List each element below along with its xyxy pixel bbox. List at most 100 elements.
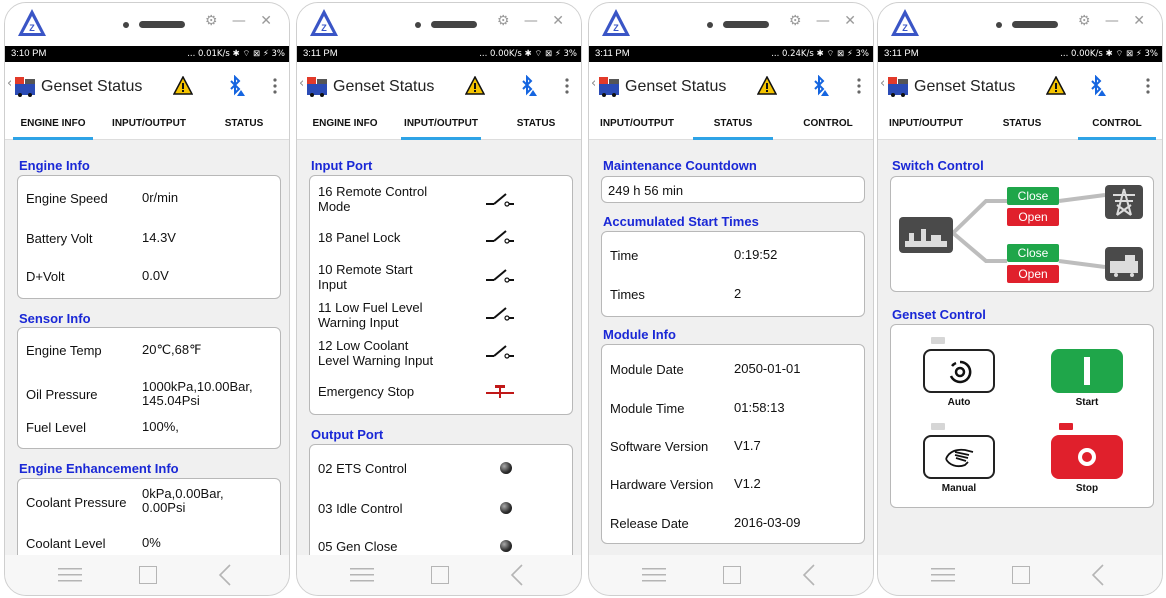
warning-icon[interactable] — [173, 76, 193, 96]
tab-input-output[interactable]: INPUT/OUTPUT — [589, 110, 685, 140]
nav-back-icon[interactable] — [1090, 563, 1106, 587]
engine-speed-label: Engine Speed — [26, 191, 108, 206]
network-indicators: ... 0.24K/s ✱ ⌔ ⊠ ⚡ 3% — [771, 49, 869, 59]
oil-pressure-label: Oil Pressure — [26, 387, 98, 402]
led-off-icon — [500, 540, 512, 552]
brand-logo-icon: Z — [310, 9, 338, 36]
genset-app-icon[interactable] — [598, 75, 620, 97]
engine-temp-label: Engine Temp — [26, 343, 102, 358]
start-button[interactable] — [1051, 349, 1123, 393]
genset-app-icon[interactable] — [14, 75, 36, 97]
network-indicators: ... 0.00K/s ✱ ⌔ ⊠ ⚡ 3% — [1060, 49, 1158, 59]
speaker-slot — [723, 21, 769, 28]
overflow-menu-icon[interactable] — [273, 78, 277, 94]
back-chevron-icon[interactable]: ‹ — [591, 76, 596, 91]
stop-label: Stop — [1075, 483, 1099, 494]
tab-control[interactable]: CONTROL — [781, 110, 873, 140]
svg-text:Z: Z — [29, 23, 35, 33]
manual-label: Manual — [941, 483, 977, 494]
tab-input-output[interactable]: INPUT/OUTPUT — [878, 110, 974, 140]
dplus-volt-label: D+Volt — [26, 269, 65, 284]
bluetooth-icon[interactable] — [811, 75, 831, 97]
overflow-menu-icon[interactable] — [857, 78, 861, 94]
stop-button[interactable] — [1051, 435, 1123, 479]
genset-control-card: Auto Start Manual Stop — [890, 324, 1154, 508]
output-port-title: Output Port — [311, 427, 384, 442]
bluetooth-icon[interactable] — [1088, 75, 1108, 97]
tab-status[interactable]: STATUS — [197, 110, 289, 140]
screenshot-collage: Z ⚙ — ✕ 3:10 PM ... 0.01K/s ✱ ⌔ ⊠ ⚡ 3% ‹… — [0, 0, 1166, 598]
bluetooth-icon[interactable] — [227, 75, 247, 97]
coolant-level-label: Coolant Level — [26, 536, 106, 551]
clock: 3:11 PM — [303, 48, 338, 59]
nav-home-icon[interactable] — [1012, 566, 1030, 584]
warning-icon[interactable] — [757, 76, 777, 96]
speaker-slot — [139, 21, 185, 28]
input-label-low-fuel: 11 Low Fuel Level Warning Input — [318, 300, 423, 330]
overflow-menu-icon[interactable] — [565, 78, 569, 94]
auto-label: Auto — [947, 397, 971, 408]
window-controls[interactable]: ⚙ — ✕ — [789, 13, 861, 29]
nav-menu-icon[interactable] — [931, 567, 955, 583]
tab-control[interactable]: CONTROL — [1070, 110, 1162, 140]
network-indicators: ... 0.00K/s ✱ ⌔ ⊠ ⚡ 3% — [479, 49, 577, 59]
emergency-switch-icon — [486, 385, 514, 398]
window-controls[interactable]: ⚙ — ✕ — [497, 13, 569, 29]
nav-back-icon[interactable] — [509, 563, 525, 587]
mains-close-button[interactable]: Close — [1007, 187, 1059, 205]
nav-menu-icon[interactable] — [642, 567, 666, 583]
maintenance-card: 249 h 56 min — [601, 176, 865, 203]
tab-status[interactable]: STATUS — [685, 110, 781, 140]
camera-dot — [415, 22, 421, 28]
back-chevron-icon[interactable]: ‹ — [299, 76, 304, 91]
back-chevron-icon[interactable]: ‹ — [880, 76, 885, 91]
start-count-label: Times — [610, 287, 645, 302]
nav-home-icon[interactable] — [139, 566, 157, 584]
window-controls[interactable]: ⚙ — ✕ — [205, 13, 277, 29]
window-controls[interactable]: ⚙ — ✕ — [1078, 13, 1150, 29]
warning-icon[interactable] — [465, 76, 485, 96]
tab-engine-info[interactable]: ENGINE INFO — [297, 110, 393, 140]
switch-open-icon — [486, 307, 514, 321]
genset-app-icon[interactable] — [306, 75, 328, 97]
manual-indicator — [931, 423, 945, 430]
nav-home-icon[interactable] — [723, 566, 741, 584]
nav-menu-icon[interactable] — [58, 567, 82, 583]
output-label-ets-control: 02 ETS Control — [318, 461, 407, 476]
engine-info-content: Engine Info Engine Speed 0r/min Battery … — [5, 141, 289, 559]
brand-logo-icon: Z — [891, 9, 919, 36]
oil-pressure-value: 1000kPa,10.00Bar, 145.04Psi — [142, 379, 253, 408]
genset-app-icon[interactable] — [887, 75, 909, 97]
maintenance-title: Maintenance Countdown — [603, 158, 757, 173]
start-times-title: Accumulated Start Times — [603, 214, 759, 229]
tab-input-output[interactable]: INPUT/OUTPUT — [393, 110, 489, 140]
app-title: Genset Status — [41, 78, 143, 95]
nav-menu-icon[interactable] — [350, 567, 374, 583]
camera-dot — [996, 22, 1002, 28]
mains-plant-icon — [899, 217, 953, 253]
tab-status[interactable]: STATUS — [974, 110, 1070, 140]
mains-open-button[interactable]: Open — [1007, 208, 1059, 226]
battery-volt-value: 14.3V — [142, 230, 176, 245]
tab-status[interactable]: STATUS — [489, 110, 581, 140]
genset-control-title: Genset Control — [892, 307, 986, 322]
nav-home-icon[interactable] — [431, 566, 449, 584]
warning-icon[interactable] — [1046, 76, 1066, 96]
overflow-menu-icon[interactable] — [1146, 78, 1150, 94]
nav-back-icon[interactable] — [217, 563, 233, 587]
module-time-label: Module Time — [610, 401, 685, 416]
switch-open-icon — [486, 230, 514, 244]
tab-engine-info[interactable]: ENGINE INFO — [5, 110, 101, 140]
tab-input-output[interactable]: INPUT/OUTPUT — [101, 110, 197, 140]
gen-close-button[interactable]: Close — [1007, 244, 1059, 262]
clock: 3:10 PM — [11, 48, 47, 59]
gen-open-button[interactable]: Open — [1007, 265, 1059, 283]
engine-enhancement-card: Coolant Pressure 0kPa,0.00Bar, 0.00Psi C… — [17, 478, 281, 559]
nav-back-icon[interactable] — [801, 563, 817, 587]
manual-button[interactable] — [923, 435, 995, 479]
bluetooth-icon[interactable] — [519, 75, 539, 97]
back-chevron-icon[interactable]: ‹ — [7, 76, 12, 91]
start-times-card: Time 0:19:52 Times 2 — [601, 231, 865, 317]
window-header: Z ⚙ — ✕ — [878, 3, 1162, 46]
auto-button[interactable] — [923, 349, 995, 393]
